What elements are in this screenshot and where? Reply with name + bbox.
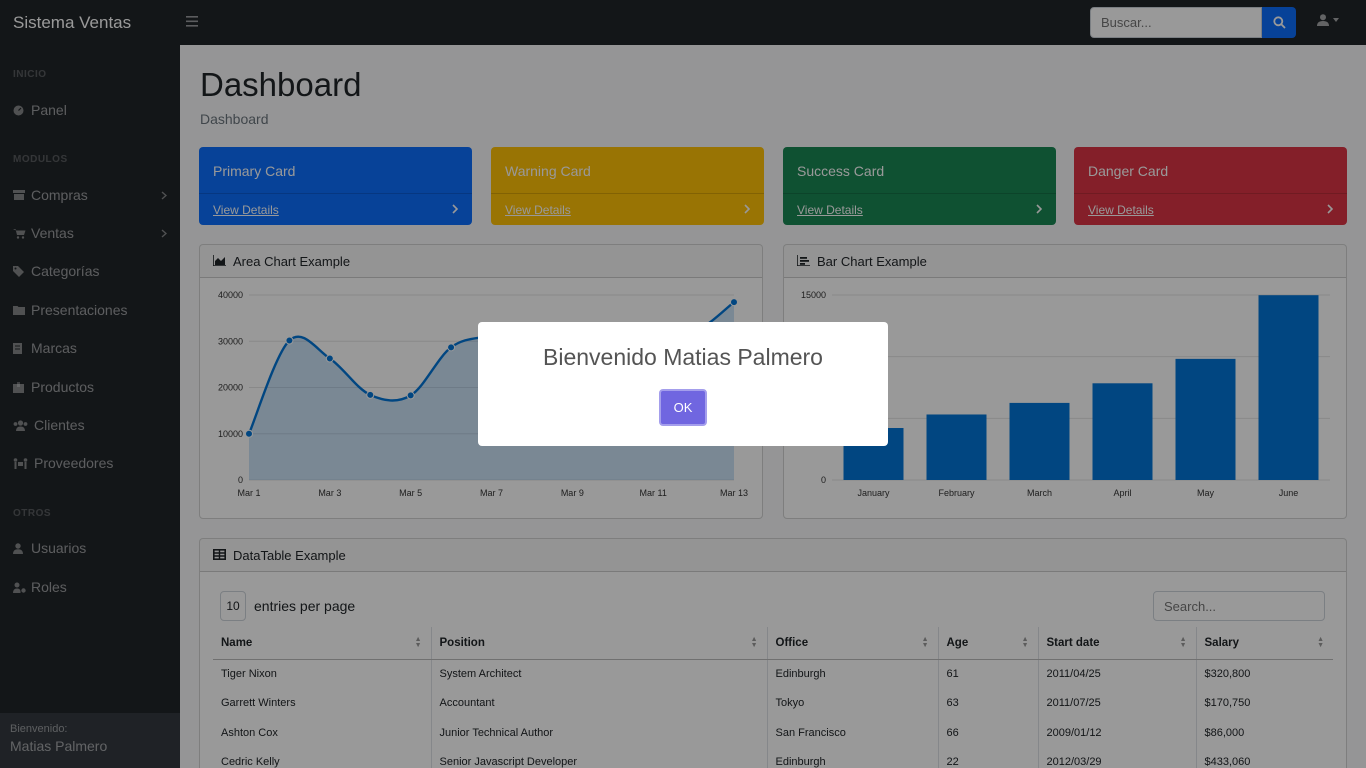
modal-backdrop: Bienvenido Matias Palmero OK (0, 0, 1366, 768)
welcome-modal: Bienvenido Matias Palmero OK (478, 322, 888, 446)
ok-button[interactable]: OK (659, 389, 707, 426)
modal-title: Bienvenido Matias Palmero (543, 344, 823, 370)
